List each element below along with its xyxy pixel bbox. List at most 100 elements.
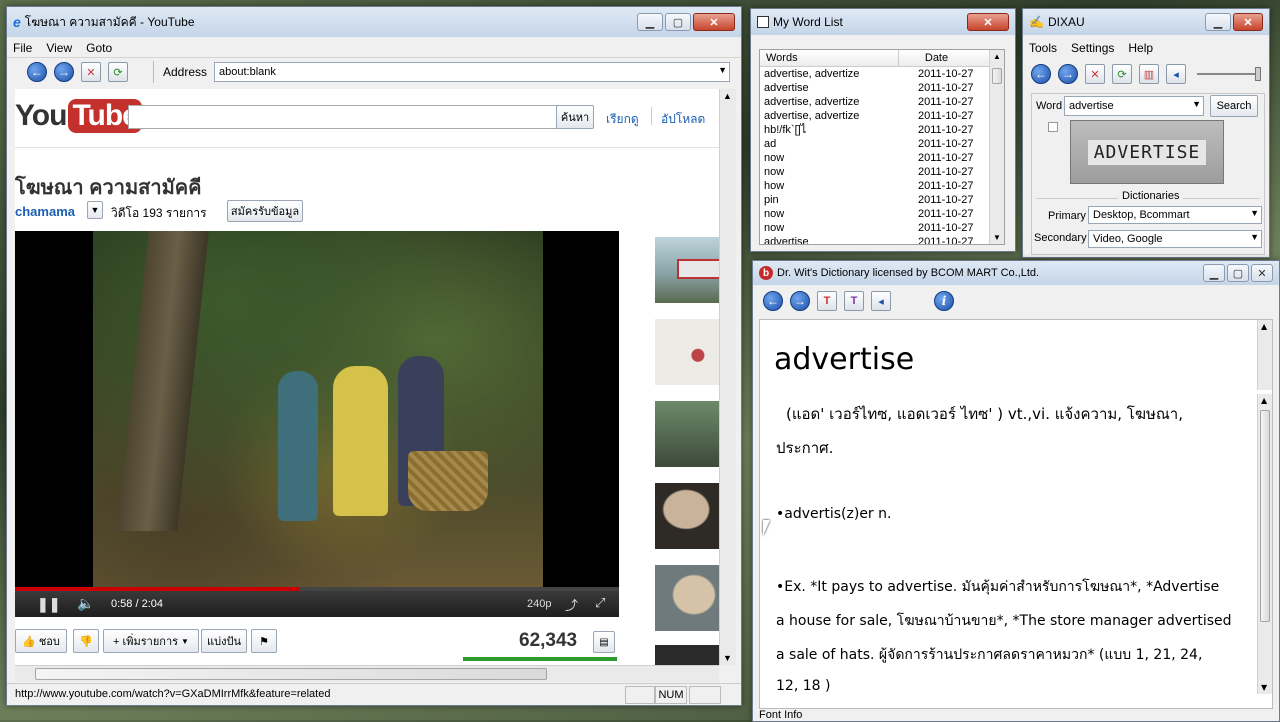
back-icon[interactable]: ← (27, 62, 47, 82)
close-button[interactable]: ✕ (1233, 13, 1263, 31)
table-row[interactable]: now 2011-10-27 (760, 207, 1004, 221)
related-thumbnail[interactable] (655, 483, 719, 549)
horizontal-scrollbar[interactable] (15, 665, 719, 682)
like-button[interactable]: 👍 ชอบ (15, 629, 67, 653)
refresh-icon[interactable]: ⟳ (108, 62, 128, 82)
video-player[interactable] (15, 231, 619, 591)
vertical-scrollbar[interactable]: ▲ ▼ (989, 50, 1004, 244)
table-row[interactable]: how 2011-10-27 (760, 179, 1004, 193)
search-button[interactable]: Search (1210, 95, 1258, 117)
volume-icon[interactable]: 🔈 (77, 595, 94, 612)
browse-link[interactable]: เรียกดู (606, 110, 639, 129)
close-button[interactable]: ✕ (693, 13, 735, 31)
thai-font-icon[interactable]: T (817, 291, 837, 311)
browser-titlebar[interactable]: e โฆษณา ความสามัคคี - YouTube ▁ ▢ ✕ (7, 7, 741, 37)
back-icon[interactable]: ← (1031, 64, 1051, 84)
dictionary-titlebar[interactable]: b Dr. Wit's Dictionary licensed by BCOM … (753, 261, 1279, 285)
table-row[interactable]: ad 2011-10-27 (760, 137, 1004, 151)
search-button[interactable]: ค้นหา (556, 105, 594, 129)
menu-tools[interactable]: Tools (1029, 41, 1057, 55)
table-row[interactable]: advertise 2011-10-27 (760, 235, 1004, 244)
related-thumbnail[interactable] (655, 645, 719, 665)
forward-icon[interactable]: → (790, 291, 810, 311)
text-size-icon[interactable]: T (844, 291, 864, 311)
secondary-dictionary-select[interactable]: Video, Google ▼ (1088, 230, 1262, 248)
volume-slider[interactable] (1197, 67, 1261, 81)
scroll-up-icon[interactable]: ▲ (1261, 322, 1267, 331)
subscribe-button[interactable]: สมัครรับข้อมูล (227, 200, 303, 222)
book-icon[interactable]: ▥ (1139, 64, 1159, 84)
related-thumbnail[interactable] (655, 237, 719, 303)
scroll-up-icon[interactable]: ▲ (1261, 396, 1267, 405)
chevron-down-icon[interactable]: ▼ (1250, 208, 1259, 218)
menu-settings[interactable]: Settings (1071, 41, 1114, 55)
table-row[interactable]: advertise, advertize 2011-10-27 (760, 95, 1004, 109)
primary-dictionary-select[interactable]: Desktop, Bcommart ▼ (1088, 206, 1262, 224)
minimize-button[interactable]: ▁ (1203, 264, 1225, 282)
pause-icon[interactable]: ❚❚ (37, 596, 60, 613)
search-input[interactable] (128, 105, 558, 129)
minimize-button[interactable]: ▁ (1205, 13, 1231, 31)
fullscreen-icon[interactable]: ⤢ (595, 595, 605, 611)
table-row[interactable]: now 2011-10-27 (760, 151, 1004, 165)
chevron-down-icon[interactable]: ▼ (1192, 99, 1201, 109)
table-row[interactable]: now 2011-10-27 (760, 221, 1004, 235)
forward-icon[interactable]: → (1058, 64, 1078, 84)
quality-button[interactable]: 240p (527, 598, 551, 610)
table-row[interactable]: advertise 2011-10-27 (760, 81, 1004, 95)
scroll-thumb[interactable] (992, 68, 1002, 84)
close-button[interactable]: ✕ (967, 13, 1009, 31)
upload-link[interactable]: อัปโหลด (661, 110, 705, 129)
scroll-down-icon[interactable]: ▼ (993, 233, 1001, 242)
youtube-logo[interactable]: You Tube (15, 99, 142, 133)
info-icon[interactable]: i (934, 291, 954, 311)
add-to-button[interactable]: + เพิ่มรายการ ▼ (103, 629, 199, 653)
stats-button[interactable]: ▤ (593, 631, 615, 653)
table-row[interactable]: advertise, advertize 2011-10-27 (760, 109, 1004, 123)
channel-name[interactable]: chamama (15, 204, 75, 219)
chevron-down-icon[interactable]: ▼ (1250, 232, 1259, 242)
table-row[interactable]: hb!/fk`[]ไ 2011-10-27 (760, 123, 1004, 137)
menu-view[interactable]: View (46, 41, 72, 55)
vertical-scrollbar[interactable]: ▲ ▼ (719, 89, 736, 665)
maximize-button[interactable]: ▢ (1227, 264, 1249, 282)
close-button[interactable]: ✕ (1251, 264, 1273, 282)
related-thumbnail[interactable] (655, 319, 719, 385)
chevron-down-icon[interactable]: ▼ (718, 65, 727, 75)
table-row[interactable]: advertise, advertize 2011-10-27 (760, 67, 1004, 81)
refresh-icon[interactable]: ⟳ (1112, 64, 1132, 84)
scroll-up-icon[interactable]: ▲ (723, 91, 732, 101)
related-thumbnail[interactable] (655, 401, 719, 467)
popout-icon[interactable]: ⤴ (565, 595, 578, 614)
scroll-down-icon[interactable]: ▼ (723, 653, 732, 663)
share-button[interactable]: แบ่งปัน (201, 629, 247, 653)
dixau-titlebar[interactable]: ✍ DIXAU ▁ ✕ (1023, 9, 1269, 35)
menu-file[interactable]: File (13, 41, 32, 55)
back-icon[interactable]: ← (763, 291, 783, 311)
outer-scrollbar[interactable]: ▲ (1257, 320, 1272, 390)
scroll-down-icon[interactable]: ▼ (1261, 683, 1267, 692)
slider-handle[interactable] (1255, 67, 1261, 81)
wordlist-titlebar[interactable]: My Word List ✕ (751, 9, 1015, 35)
speaker-icon[interactable]: ◂ (871, 291, 891, 311)
stop-icon[interactable]: ✕ (1085, 64, 1105, 84)
vertical-scrollbar[interactable]: ▲ ▼ (1257, 394, 1272, 694)
speaker-icon[interactable]: ◂ (1166, 64, 1186, 84)
table-row[interactable]: pin 2011-10-27 (760, 193, 1004, 207)
flag-button[interactable]: ⚑ (251, 629, 277, 653)
address-bar[interactable]: about:blank ▼ (214, 62, 731, 82)
forward-icon[interactable]: → (54, 62, 74, 82)
scroll-up-icon[interactable]: ▲ (993, 52, 1001, 61)
channel-dropdown-icon[interactable]: ▼ (87, 201, 103, 219)
scroll-thumb[interactable] (1260, 410, 1270, 622)
dislike-button[interactable]: 👎 (73, 629, 99, 653)
table-row[interactable]: now 2011-10-27 (760, 165, 1004, 179)
menu-goto[interactable]: Goto (86, 41, 112, 55)
minimize-button[interactable]: ▁ (637, 13, 663, 31)
column-words[interactable]: Words (760, 50, 899, 66)
stop-icon[interactable]: ✕ (81, 62, 101, 82)
scroll-thumb[interactable] (35, 668, 547, 680)
word-input[interactable]: advertise ▼ (1064, 96, 1204, 116)
checkbox[interactable] (1048, 122, 1058, 132)
related-thumbnail[interactable] (655, 565, 719, 631)
